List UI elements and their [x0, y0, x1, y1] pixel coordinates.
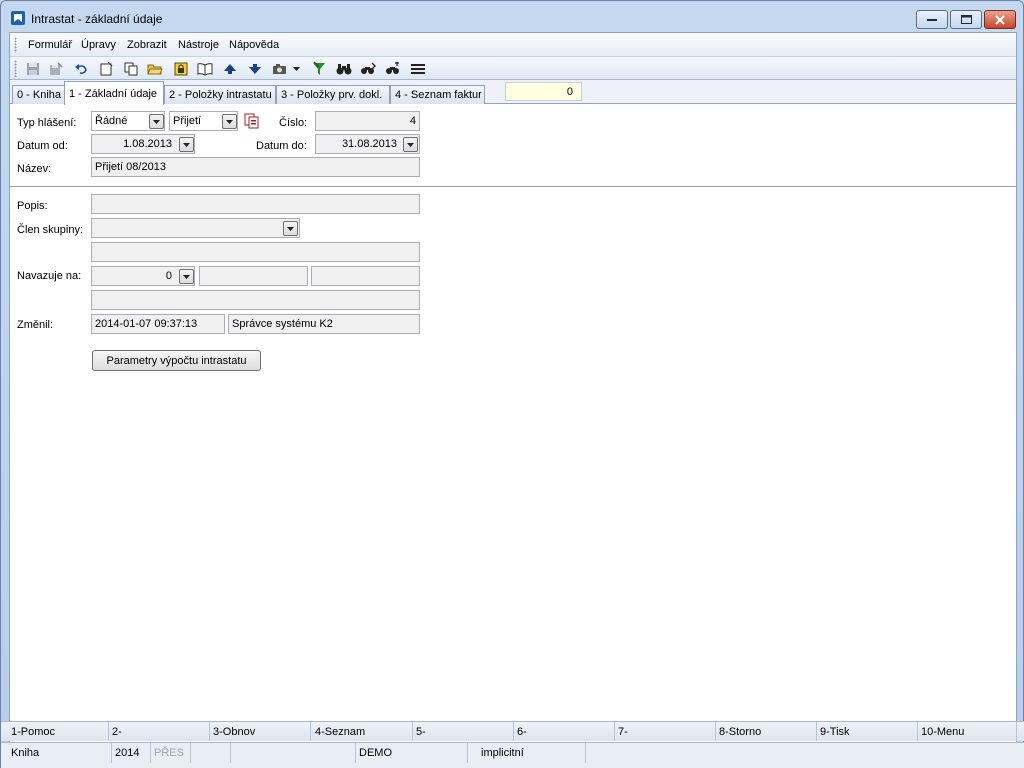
menubar-grip — [14, 37, 17, 53]
minimize-icon — [927, 18, 937, 21]
app-window: Intrastat - základní údaje Formulář Úpra… — [0, 0, 1024, 768]
filter-icon[interactable] — [310, 60, 328, 77]
status-empty-1 — [191, 743, 231, 763]
fkey-2[interactable]: 2- — [109, 722, 210, 741]
datum-od-label: Datum od: — [17, 140, 68, 152]
status-book: Kniha — [8, 743, 112, 763]
cislo-label: Číslo: — [279, 117, 308, 129]
chevron-down-icon — [183, 142, 190, 147]
save-as-icon[interactable] — [47, 60, 65, 77]
close-icon — [995, 14, 1005, 25]
parametry-vypoctu-button[interactable]: Parametry výpočtu intrastatu — [92, 350, 261, 371]
tab-seznam-faktur[interactable]: 4 - Seznam faktur — [390, 85, 485, 104]
find-next-icon[interactable] — [359, 60, 377, 77]
camera-icon[interactable] — [271, 60, 289, 77]
status-empty-2 — [231, 743, 356, 763]
copy-document-icon[interactable] — [244, 113, 260, 129]
tab-polozky-prv-dokl[interactable]: 3 - Položky prv. dokl. — [276, 85, 390, 104]
datum-od-dropdown-button[interactable] — [179, 137, 194, 152]
fkey-10[interactable]: 10-Menu — [918, 722, 1017, 741]
status-profile: implicitní — [478, 743, 586, 763]
menu-bar: Formulář Úpravy Zobrazit Nástroje Nápově… — [10, 33, 1016, 57]
menu-lines-icon[interactable] — [409, 60, 427, 77]
tab-zakladni-udaje[interactable]: 1 - Základní údaje — [64, 81, 164, 105]
close-button[interactable] — [984, 10, 1016, 29]
fkey-4[interactable]: 4-Seznam — [312, 722, 413, 741]
smer-dropdown-button[interactable] — [222, 114, 237, 129]
arrow-up-icon[interactable] — [221, 60, 239, 77]
binoculars-icon[interactable] — [335, 60, 353, 77]
book-icon[interactable] — [196, 60, 214, 77]
menu-nastroje[interactable]: Nástroje — [178, 39, 219, 51]
find-replace-icon[interactable] — [384, 60, 402, 77]
clen-skupiny-select[interactable] — [91, 218, 300, 238]
nazev-field[interactable]: Přijetí 08/2013 — [91, 157, 420, 177]
typ-hlaseni-value: Řádné — [95, 115, 128, 127]
minimize-button[interactable] — [916, 10, 948, 29]
tab-strip: 0 - Kniha 1 - Základní údaje 2 - Položky… — [10, 80, 1016, 105]
new-icon[interactable] — [97, 60, 115, 77]
menu-zobrazit[interactable]: Zobrazit — [127, 39, 167, 51]
app-icon — [11, 11, 25, 25]
status-db: DEMO — [356, 743, 468, 763]
clen-skupiny-dropdown-button[interactable] — [283, 221, 298, 236]
navazuje-label: Navazuje na: — [17, 270, 82, 282]
zmenil-label: Změnil: — [17, 319, 54, 331]
fkey-5[interactable]: 5- — [413, 722, 514, 741]
chevron-down-icon — [287, 226, 294, 231]
smer-value: Přijetí — [173, 115, 202, 127]
nazev-label: Název: — [17, 163, 52, 175]
toolbar — [10, 57, 1016, 80]
popis-label: Popis: — [17, 200, 48, 212]
maximize-button[interactable] — [950, 10, 982, 29]
fkey-1[interactable]: 1-Pomoc — [8, 722, 109, 741]
toolbar-grip — [14, 60, 17, 77]
navazuje-dropdown-button[interactable] — [179, 269, 194, 284]
zmenil-datetime-field: 2014-01-07 09:37:13 — [91, 314, 225, 334]
tab-polozky-intrastatu[interactable]: 2 - Položky intrastatu — [164, 85, 276, 104]
open-folder-icon[interactable] — [146, 60, 164, 77]
status-mode: PŘES — [151, 743, 191, 763]
navazuje-detail-field-2 — [311, 266, 420, 286]
function-key-bar: 1-Pomoc 2- 3-Obnov 4-Seznam 5- 6- 7- 8-S… — [1, 721, 1024, 741]
arrow-down-icon[interactable] — [246, 60, 264, 77]
chevron-down-icon — [153, 119, 160, 124]
popis-field[interactable] — [91, 194, 420, 214]
save-icon[interactable] — [24, 60, 42, 77]
copy-icon[interactable] — [122, 60, 140, 77]
undo-icon[interactable] — [72, 60, 90, 77]
chevron-down-icon[interactable] — [291, 60, 301, 77]
chevron-down-icon — [226, 119, 233, 124]
navazuje-name-field — [91, 290, 420, 310]
fkey-3[interactable]: 3-Obnov — [210, 722, 311, 741]
clen-skupiny-label: Člen skupiny: — [17, 224, 84, 236]
section-divider — [10, 186, 1016, 187]
status-year: 2014 — [112, 743, 151, 763]
chevron-down-icon — [407, 142, 414, 147]
navazuje-detail-field-1 — [199, 266, 308, 286]
window-title: Intrastat - základní údaje — [31, 12, 163, 26]
fkey-9[interactable]: 9-Tisk — [817, 722, 918, 741]
chevron-down-icon — [183, 274, 190, 279]
menu-upravy[interactable]: Úpravy — [81, 39, 116, 51]
datum-do-dropdown-button[interactable] — [403, 137, 418, 152]
zmenil-user-field: Správce systému K2 — [228, 314, 420, 334]
lock-icon[interactable] — [172, 60, 190, 77]
menu-formular[interactable]: Formulář — [28, 39, 72, 51]
record-counter: 0 — [505, 82, 582, 101]
cislo-field[interactable]: 4 — [315, 111, 420, 131]
fkey-8[interactable]: 8-Storno — [716, 722, 817, 741]
client-area: Formulář Úpravy Zobrazit Nástroje Nápově… — [9, 32, 1017, 761]
datum-do-label: Datum do: — [256, 140, 307, 152]
typ-hlaseni-label: Typ hlášení: — [17, 117, 77, 129]
maximize-icon — [960, 15, 972, 24]
fkey-6[interactable]: 6- — [514, 722, 615, 741]
clen-skupiny-name-field — [91, 242, 420, 262]
fkey-7[interactable]: 7- — [615, 722, 716, 741]
tab-kniha[interactable]: 0 - Kniha — [12, 85, 65, 104]
status-bar: Kniha 2014 PŘES DEMO implicitní — [1, 742, 1024, 768]
menu-napoveda[interactable]: Nápověda — [229, 39, 279, 51]
title-bar[interactable]: Intrastat - základní údaje — [1, 1, 1023, 33]
typ-hlaseni-dropdown-button[interactable] — [149, 114, 164, 129]
